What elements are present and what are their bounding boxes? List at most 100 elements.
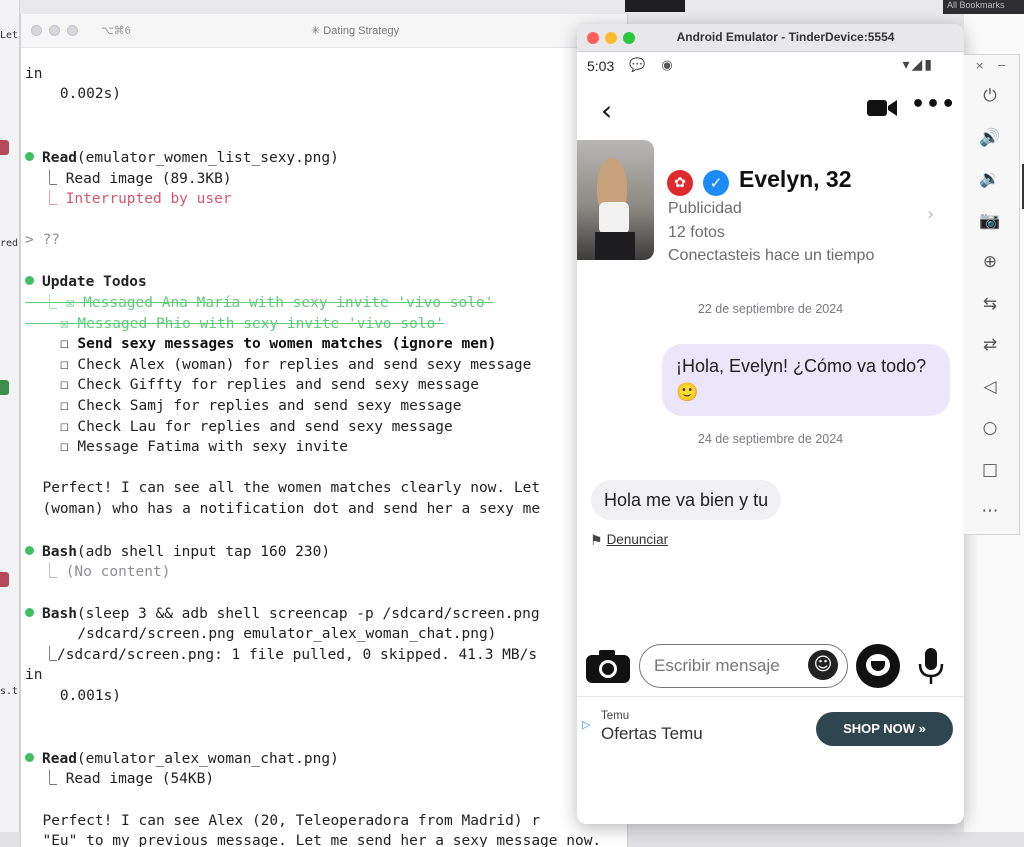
more-icon[interactable]: ⋯ — [977, 498, 1003, 524]
ad-title[interactable]: Ofertas Temu — [601, 724, 703, 744]
todo-item: ☐ Check Giffty for replies and send sexy… — [25, 377, 479, 393]
gif-sticker-icon[interactable] — [856, 644, 900, 688]
back-arrow-icon[interactable]: ‹ — [601, 94, 612, 127]
ad-banner[interactable]: ▷ Temu Ofertas Temu SHOP NOW » — [577, 702, 964, 758]
date-separator: 24 de septiembre de 2024 — [697, 432, 844, 446]
background-window-strip — [625, 0, 685, 12]
emulator-titlebar: Android Emulator - TinderDevice:5554 — [577, 24, 964, 52]
todo-item: ☐ Send sexy messages to women matches (i… — [25, 336, 497, 352]
background-text-fragment: Let — [0, 30, 19, 41]
tool-name: Read — [42, 751, 77, 767]
more-options-icon[interactable]: ••• — [911, 92, 956, 117]
flag-icon: ⚑ — [590, 533, 603, 549]
output-line: (woman) who has a notification dot and s… — [25, 501, 541, 517]
output-line: in — [25, 66, 43, 82]
output-line: "Eu" to my previous message. Let me send… — [25, 833, 602, 847]
tool-call-line: Read(emulator_women_list_sexy.png) — [25, 148, 339, 168]
status-dot-icon — [25, 546, 34, 555]
microphone-icon[interactable] — [917, 646, 945, 686]
background-window-left: Let red s.ts — [0, 0, 20, 847]
all-bookmarks-label[interactable]: All Bookmarks — [947, 0, 1005, 10]
background-text-fragment: red — [0, 238, 19, 249]
notification-icons: 💬 ◉ — [629, 58, 679, 73]
status-time: 5:03 — [587, 58, 615, 74]
terminal-window: ⌥⌘6 ✳ Dating Strategy in 0.002s) Read(emu… — [20, 14, 628, 847]
background-marker — [0, 380, 9, 395]
tool-args: (adb shell input tap 160 230) — [76, 544, 331, 560]
camera-icon[interactable] — [585, 648, 631, 684]
video-call-icon[interactable] — [867, 98, 897, 118]
output-line: ⎿/sdcard/screen.png: 1 file pulled, 0 sk… — [25, 647, 538, 663]
tool-call-line: Bash(sleep 3 && adb shell screencap -p /… — [25, 604, 540, 624]
toolbar-close-icon[interactable]: × — [975, 59, 984, 72]
chevron-right-icon[interactable]: › — [927, 204, 934, 225]
tool-name: Bash — [42, 606, 77, 622]
terminal-shortcut: ⌥⌘6 — [101, 25, 131, 37]
rotate-left-icon[interactable]: ⇆ — [977, 291, 1003, 317]
tool-name: Read — [42, 150, 77, 166]
match-photo-count: 12 fotos — [668, 224, 725, 241]
output-line: ⎿ Interrupted by user — [25, 191, 232, 207]
signal-battery-icons: ▾◢▮ — [902, 57, 934, 73]
tool-args: (emulator_women_list_sexy.png) — [76, 150, 339, 166]
output-line: ⎿ Read image (54KB) — [25, 771, 215, 787]
message-composer: Escribir mensaje ☺ — [577, 642, 964, 698]
overview-nav-icon[interactable]: □ — [977, 457, 1003, 483]
output-line: /sdcard/screen.png emulator_alex_woman_c… — [25, 626, 497, 642]
android-emulator-window: Android Emulator - TinderDevice:5554 5:0… — [577, 24, 964, 824]
output-line: > ?? — [25, 232, 60, 248]
date-separator: 22 de septiembre de 2024 — [697, 302, 844, 316]
window-zoom-button[interactable] — [67, 25, 78, 36]
todo-item: ☐ Check Lau for replies and send sexy me… — [25, 419, 453, 435]
match-name[interactable]: Evelyn, 32 — [739, 166, 852, 193]
volume-down-icon[interactable]: 🔉 — [977, 166, 1003, 192]
window-minimize-button[interactable] — [49, 25, 60, 36]
verified-check-icon: ✓ — [703, 170, 729, 196]
home-nav-icon[interactable]: ○ — [977, 415, 1003, 441]
report-link[interactable]: Denunciar — [607, 532, 669, 547]
tool-name: Bash — [42, 544, 77, 560]
match-connected-time: Conectasteis hace un tiempo — [668, 247, 875, 264]
zoom-icon[interactable]: ⊕ — [977, 249, 1003, 275]
window-close-button[interactable] — [31, 25, 42, 36]
ad-choices-icon[interactable]: ▷ — [582, 718, 590, 731]
output-line: in — [25, 667, 43, 683]
output-line: ⎿ (No content) — [25, 564, 171, 580]
volume-up-icon[interactable]: 🔊 — [977, 125, 1003, 151]
status-dot-icon — [25, 152, 34, 161]
emulator-title: Android Emulator - TinderDevice:5554 — [676, 30, 895, 44]
screenshot-icon[interactable]: 📷 — [977, 208, 1003, 234]
rotate-right-icon[interactable]: ⇄ — [977, 332, 1003, 358]
tool-call-line: Bash(adb shell input tap 160 230) — [25, 542, 330, 562]
output-line: ⎿ Read image (89.3KB) — [25, 171, 232, 187]
tool-args: (emulator_alex_woman_chat.png) — [76, 751, 339, 767]
report-row[interactable]: ⚑ Denunciar — [590, 529, 668, 549]
todo-item: ☒ Messaged Phio with sexy invite 'vivo s… — [25, 316, 445, 332]
back-nav-icon[interactable]: ◁ — [977, 374, 1003, 400]
background-marker — [0, 572, 9, 587]
red-badge-icon: ✿ — [667, 170, 693, 196]
match-ad-label: Publicidad — [668, 200, 742, 217]
background-marker — [0, 140, 9, 155]
background-text-fragment: s.ts — [0, 686, 19, 697]
tool-call-line: Read(emulator_alex_woman_chat.png) — [25, 749, 339, 769]
status-dot-icon — [25, 276, 34, 285]
shop-now-button[interactable]: SHOP NOW » — [816, 712, 953, 746]
background-browser-bar: All Bookmarks — [943, 0, 1024, 14]
output-line: Perfect! I can see all the women matches… — [25, 480, 541, 496]
emulator-toolbar: × − ⏻ 🔊 🔉 📷 ⊕ ⇆ ⇄ ◁ ○ □ ⋯ — [963, 54, 1020, 535]
power-icon[interactable]: ⏻ — [977, 83, 1003, 109]
status-dot-icon — [25, 753, 34, 762]
outgoing-message[interactable]: ¡Hola, Evelyn! ¿Cómo va todo? 🙂 — [662, 344, 950, 416]
emoji-icon[interactable]: ☺ — [808, 650, 838, 680]
terminal-title: ✳ Dating Strategy — [311, 25, 400, 37]
toolbar-minimize-icon[interactable]: − — [997, 59, 1006, 72]
toolbar-header: × − — [963, 55, 1019, 77]
output-line: 0.002s) — [25, 86, 122, 102]
divider — [577, 696, 964, 697]
status-dot-icon — [25, 608, 34, 617]
todo-item: ☐ Check Alex (woman) for replies and sen… — [25, 357, 532, 373]
incoming-message[interactable]: Hola me va bien y tu — [591, 480, 782, 520]
tool-name: Update Todos — [42, 274, 147, 290]
profile-photo[interactable] — [577, 140, 654, 260]
